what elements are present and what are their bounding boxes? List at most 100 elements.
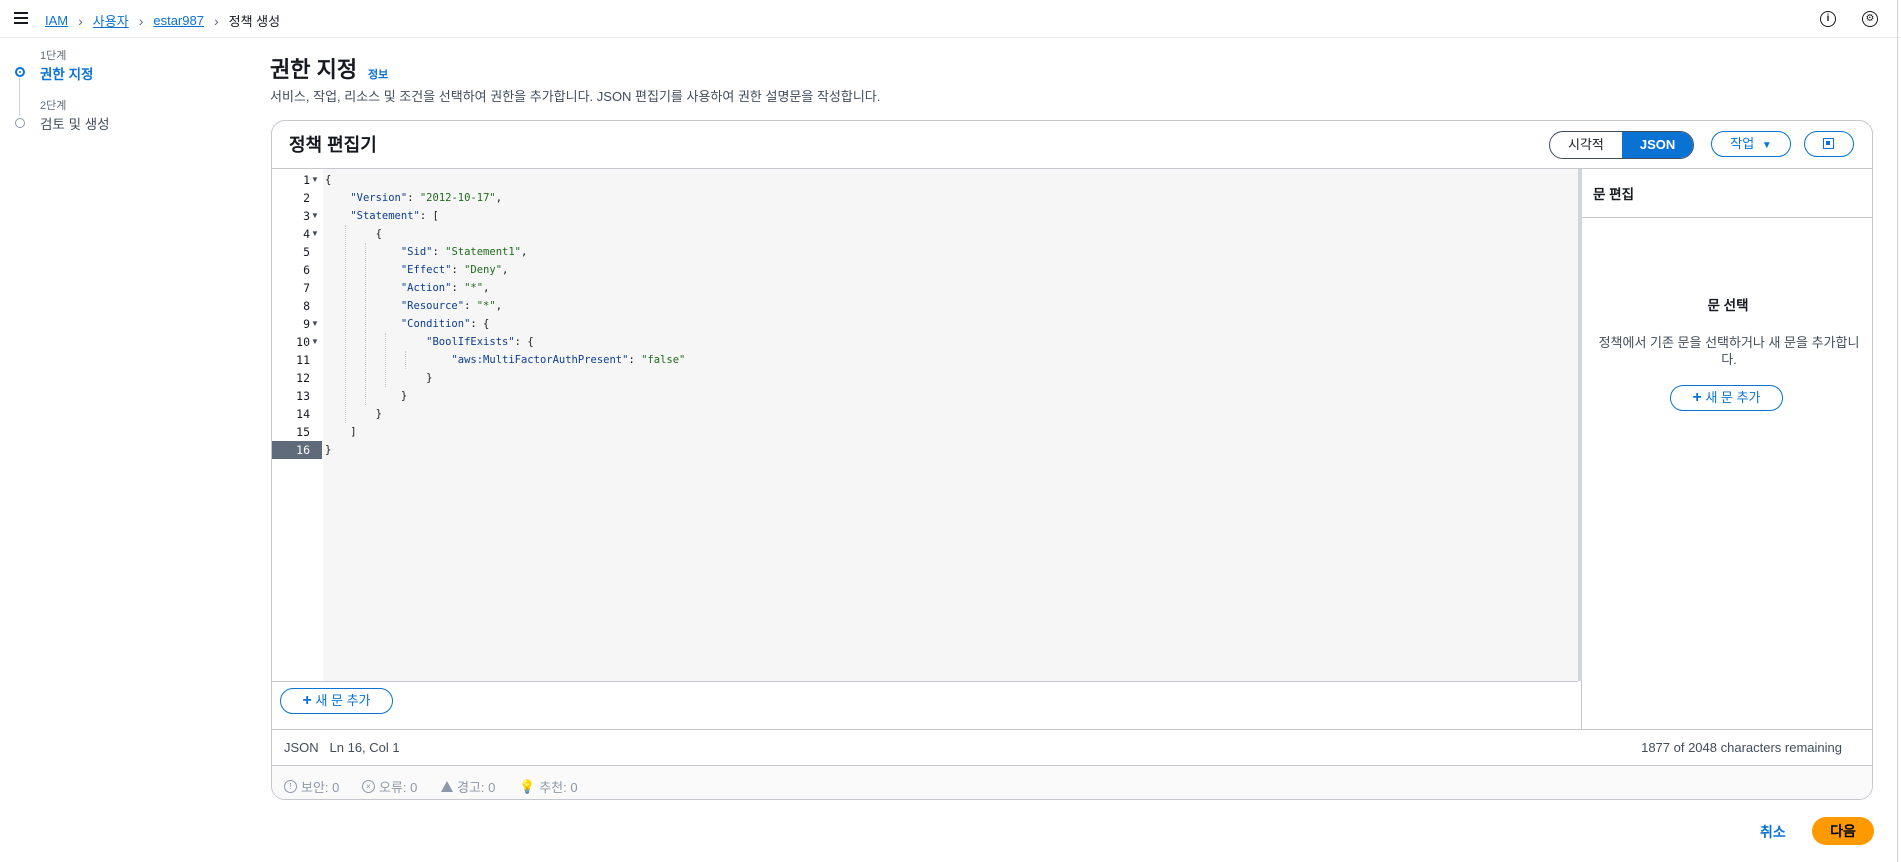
step-1-indicator-icon bbox=[15, 67, 25, 77]
indent-guide bbox=[365, 243, 366, 405]
indent-guide bbox=[405, 351, 406, 369]
mode-visual-button[interactable]: 시각적 bbox=[1550, 132, 1622, 158]
fold-toggle-icon[interactable]: ▼ bbox=[311, 171, 319, 189]
code-line: "Action": "*", bbox=[400, 282, 490, 294]
add-statement-label: 새 문 추가 bbox=[315, 693, 371, 708]
security-label: 보안: 0 bbox=[301, 780, 340, 795]
code-line: "Effect": "Deny", bbox=[400, 264, 509, 276]
fullscreen-button[interactable] bbox=[1804, 131, 1854, 157]
code-line: { bbox=[325, 174, 332, 186]
indent-guide bbox=[385, 333, 386, 387]
mode-json-button[interactable]: JSON bbox=[1621, 132, 1694, 158]
fold-toggle-icon[interactable]: ▼ bbox=[311, 315, 319, 333]
code-line: } bbox=[325, 372, 433, 384]
fullscreen-icon bbox=[1823, 138, 1834, 149]
line-number: 16 bbox=[272, 441, 322, 459]
status-mode: JSON bbox=[284, 740, 319, 755]
next-button[interactable]: 다음 bbox=[1812, 817, 1874, 845]
line-number: 7 bbox=[303, 281, 310, 295]
security-count[interactable]: ! 보안: 0 bbox=[284, 777, 339, 796]
policy-editor-title: 정책 편집기 bbox=[289, 135, 377, 155]
error-label: 오류: 0 bbox=[379, 780, 418, 795]
chevron-right-icon: › bbox=[213, 12, 219, 29]
cursor-position: Ln 16, Col 1 bbox=[329, 740, 400, 755]
page-edge-divider bbox=[1897, 0, 1898, 862]
code-line: "Sid": "Statement1", bbox=[400, 246, 528, 258]
line-number: 6 bbox=[303, 263, 310, 277]
code-line: { bbox=[325, 228, 382, 240]
code-line: "BoolIfExists": { bbox=[426, 336, 534, 348]
line-number: 10 bbox=[296, 335, 310, 349]
line-number: 15 bbox=[296, 425, 310, 439]
statement-panel-title: 문 편집 bbox=[1593, 187, 1635, 202]
editor-status-bar: JSON Ln 16, Col 1 1877 of 2048 character… bbox=[272, 729, 1872, 765]
statement-edit-panel: 문 편집 문 선택 정책에서 기존 문을 선택하거나 새 문을 추가합니다. +… bbox=[1582, 168, 1872, 729]
fold-toggle-icon[interactable]: ▼ bbox=[311, 207, 319, 225]
line-number: 5 bbox=[303, 245, 310, 259]
line-number: 14 bbox=[296, 407, 310, 421]
suggestion-count[interactable]: 💡 추천: 0 bbox=[519, 777, 578, 796]
plus-icon: + bbox=[302, 692, 312, 709]
code-line: ] bbox=[325, 426, 357, 438]
code-line: } bbox=[325, 444, 332, 456]
code-line: "Resource": "*", bbox=[400, 300, 503, 312]
policy-editor-container: 정책 편집기 시각적 JSON 작업 ▼ 1 ▼ 2 3 ▼ 4 ▼ 5 6 7 8 9 ▼ 10 ▼ 11 1… bbox=[271, 120, 1873, 800]
breadcrumb-current: 정책 생성 bbox=[228, 14, 281, 29]
breadcrumb-users[interactable]: 사용자 bbox=[93, 11, 129, 30]
line-number: 8 bbox=[303, 299, 310, 313]
page-title: 권한 지정 bbox=[270, 57, 358, 82]
error-count[interactable]: × 오류: 0 bbox=[362, 777, 417, 796]
page-description: 서비스, 작업, 리소스 및 조건을 선택하여 권한을 추가합니다. JSON … bbox=[270, 89, 881, 104]
breadcrumb-user[interactable]: estar987 bbox=[153, 13, 204, 28]
select-statement-title: 문 선택 bbox=[1707, 298, 1749, 313]
json-editor: 1 ▼ 2 3 ▼ 4 ▼ 5 6 7 8 9 ▼ 10 ▼ 11 12 13 14 15 16 { "Version"… bbox=[272, 168, 1582, 729]
line-number: 1 bbox=[303, 173, 310, 187]
line-number-gutter: 1 ▼ 2 3 ▼ 4 ▼ 5 6 7 8 9 ▼ 10 ▼ 11 12 13 14 15 16 bbox=[272, 169, 323, 681]
warning-label: 경고: 0 bbox=[457, 780, 496, 795]
code-line: "Condition": { bbox=[400, 318, 490, 330]
settings-icon[interactable]: ⚙ bbox=[1862, 11, 1878, 27]
info-link[interactable]: 정보 bbox=[368, 66, 388, 82]
info-icon[interactable]: i bbox=[1820, 11, 1836, 27]
breadcrumb-iam[interactable]: IAM bbox=[45, 13, 68, 28]
actions-label: 작업 bbox=[1730, 136, 1755, 151]
select-statement-description: 정책에서 기존 문을 선택하거나 새 문을 추가합니다. bbox=[1598, 335, 1860, 367]
panel-add-statement-button[interactable]: + 새 문 추가 bbox=[1670, 385, 1783, 411]
step-2-number: 2단계 bbox=[40, 100, 67, 112]
line-number: 11 bbox=[296, 353, 310, 367]
step-connector bbox=[19, 78, 20, 116]
code-line: "aws:MultiFactorAuthPresent": "false" bbox=[451, 354, 686, 366]
editor-mode-toggle: 시각적 JSON bbox=[1549, 131, 1695, 159]
fold-toggle-icon[interactable]: ▼ bbox=[311, 225, 319, 243]
line-number: 2 bbox=[303, 191, 310, 205]
line-number: 13 bbox=[296, 389, 310, 403]
shield-icon: ! bbox=[284, 780, 297, 793]
code-line: } bbox=[325, 390, 408, 402]
line-number: 12 bbox=[296, 371, 310, 385]
code-area[interactable]: { "Version": "2012-10-17", "Statement": … bbox=[323, 169, 1578, 681]
menu-icon[interactable] bbox=[14, 12, 28, 26]
actions-dropdown-button[interactable]: 작업 ▼ bbox=[1711, 131, 1791, 157]
chevron-right-icon: › bbox=[78, 12, 83, 29]
step-1-number: 1단계 bbox=[40, 50, 67, 62]
error-icon: × bbox=[362, 780, 375, 793]
indent-guide bbox=[345, 225, 346, 423]
editor-bottom-divider bbox=[272, 681, 1578, 682]
add-statement-button[interactable]: + 새 문 추가 bbox=[280, 688, 393, 714]
step-1-label[interactable]: 권한 지정 bbox=[40, 63, 93, 83]
code-line: "Statement": [ bbox=[350, 210, 439, 222]
characters-remaining: 1877 of 2048 characters remaining bbox=[1641, 740, 1842, 755]
diagnostics-bar: ! 보안: 0 × 오류: 0 경고: 0 💡 추천: 0 bbox=[272, 765, 1872, 799]
code-line: } bbox=[325, 408, 382, 420]
warning-count[interactable]: 경고: 0 bbox=[441, 777, 495, 796]
statement-panel-header: 문 편집 bbox=[1582, 169, 1872, 218]
fold-toggle-icon[interactable]: ▼ bbox=[311, 333, 319, 351]
line-number: 4 bbox=[303, 227, 310, 241]
top-navigation-bar: IAM › 사용자 › estar987 › 정책 생성 i ⚙ bbox=[0, 0, 1901, 38]
cancel-button[interactable]: 취소 bbox=[1760, 822, 1786, 842]
step-2-indicator-icon bbox=[15, 118, 25, 128]
caret-down-icon: ▼ bbox=[1761, 140, 1772, 151]
lightbulb-icon: 💡 bbox=[519, 778, 536, 794]
line-number: 3 bbox=[303, 209, 310, 223]
status-left: JSON Ln 16, Col 1 bbox=[284, 740, 400, 755]
